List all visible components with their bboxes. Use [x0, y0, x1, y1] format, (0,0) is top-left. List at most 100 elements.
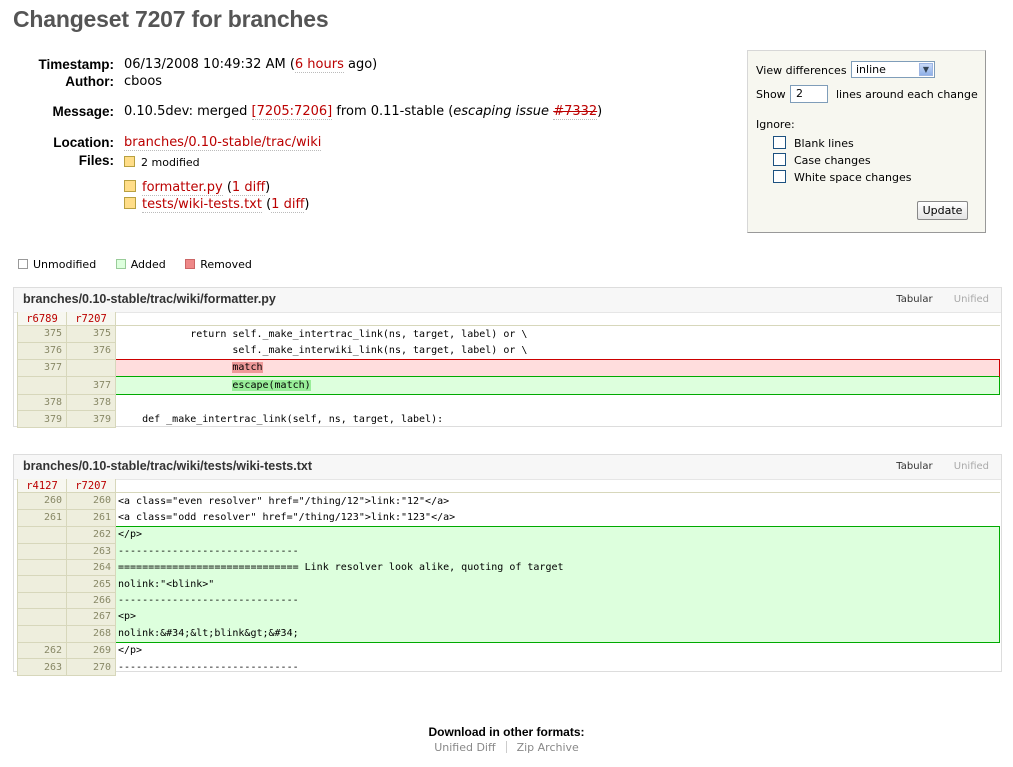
location-label: Location:: [53, 135, 114, 150]
diff-file-name: branches/0.10-stable/trac/wiki/tests/wik…: [23, 459, 313, 473]
line-code: def _make_intertrac_link(self, ns, targe…: [118, 413, 444, 425]
legend-label: Added: [130, 258, 166, 271]
ignore-case-changes-option[interactable]: Case changes: [773, 153, 871, 167]
old-line-number: [17, 559, 67, 577]
files-summary-text: 2 modified: [141, 156, 200, 169]
old-line-number: [17, 608, 67, 626]
diff-view-tabs: Tabular Unified: [878, 294, 989, 305]
header-spacer: [115, 479, 1000, 493]
new-revision-link[interactable]: r7207: [66, 312, 116, 326]
line-code: <a class="odd resolver" href="/thing/123…: [118, 512, 456, 524]
old-revision-link[interactable]: r6789: [17, 312, 67, 326]
download-heading: Download in other formats:: [428, 725, 585, 739]
new-line-number: 264: [66, 559, 116, 577]
tab-tabular[interactable]: Tabular: [896, 294, 932, 305]
new-line-number: 261: [66, 509, 116, 527]
old-revision-link[interactable]: r4127: [17, 479, 67, 493]
new-line-number: 265: [66, 575, 116, 593]
modified-file-icon: [124, 180, 136, 192]
context-lines-input[interactable]: 2: [790, 85, 828, 103]
old-line-number: 375: [17, 325, 67, 343]
message-italic: escaping issue: [453, 104, 554, 119]
file-diff-link[interactable]: 1 diff: [231, 180, 266, 196]
old-line-number: [17, 543, 67, 561]
show-label: Show: [756, 88, 786, 101]
option-label: Blank lines: [794, 137, 854, 150]
tab-unified[interactable]: Unified: [954, 461, 989, 472]
message-label: Message:: [52, 104, 114, 119]
new-line-number: 270: [66, 658, 116, 676]
new-line-number: 375: [66, 325, 116, 343]
old-line-number: 260: [17, 492, 67, 510]
line-code: <a class="even resolver" href="/thing/12…: [118, 495, 450, 507]
author-value: cboos: [124, 74, 163, 89]
legend-removed: Removed: [185, 258, 252, 271]
diff-legend: Unmodified Added Removed: [18, 258, 268, 271]
added-swatch: [115, 259, 126, 269]
zip-archive-link[interactable]: Zip Archive: [517, 741, 579, 754]
unmodified-swatch: [18, 259, 28, 269]
header-spacer: [115, 312, 1000, 326]
diff-line: 379 379 def _make_intertrac_link(self, ns…: [17, 410, 1000, 428]
diff-line: 267 <p>: [17, 608, 1000, 626]
old-line-number: [17, 526, 67, 544]
diff-line: 263 270 ------------------------------: [17, 658, 1000, 676]
line-code: ============================== Link reso…: [115, 559, 1000, 576]
case-changes-checkbox[interactable]: [773, 153, 786, 166]
ignore-whitespace-option[interactable]: White space changes: [773, 170, 911, 184]
view-style-select[interactable]: inline ▼: [851, 61, 935, 78]
new-line-number: 377: [66, 376, 116, 395]
legend-label: Removed: [200, 258, 252, 271]
file-diff: branches/0.10-stable/trac/wiki/formatter…: [13, 287, 1002, 428]
diff-line: 376 376 self._make_interwiki_link(ns, tar…: [17, 342, 1000, 360]
tab-tabular[interactable]: Tabular: [896, 461, 932, 472]
update-button[interactable]: Update: [917, 201, 968, 220]
line-code: ------------------------------: [115, 592, 1000, 609]
timestamp-tail: ago): [343, 57, 378, 72]
legend-added: Added: [115, 258, 166, 271]
new-line-number: 262: [66, 526, 116, 544]
tab-unified[interactable]: Unified: [954, 294, 989, 305]
diff-line: 377 match: [17, 358, 1000, 378]
new-line-number: 378: [66, 394, 116, 412]
new-line-number: 260: [66, 492, 116, 510]
new-line-number: 376: [66, 342, 116, 360]
timestamp-value: 06/13/2008 10:49:32 AM (6 hours ago): [124, 57, 378, 73]
diff-line: 264 ============================== Link r…: [17, 559, 1000, 577]
location-value: branches/0.10-stable/trac/wiki: [124, 135, 322, 151]
whitespace-changes-checkbox[interactable]: [773, 170, 786, 183]
file-diff-link[interactable]: 1 diff: [271, 197, 305, 213]
location-link[interactable]: branches/0.10-stable/trac/wiki: [124, 135, 322, 151]
alternate-formats: Download in other formats: Unified Diff Z…: [0, 725, 1013, 754]
line-code: ------------------------------: [115, 543, 1000, 560]
file-diff: branches/0.10-stable/trac/wiki/tests/wik…: [13, 454, 1002, 676]
file-link[interactable]: formatter.py: [142, 180, 223, 196]
old-line-number: [17, 625, 67, 643]
new-revision-link[interactable]: r7207: [66, 479, 116, 493]
author-label: Author:: [65, 74, 114, 89]
old-line-number: 263: [17, 658, 67, 676]
new-line-number: 269: [66, 642, 116, 660]
changeset-range-link[interactable]: [7205:7206]: [251, 104, 333, 120]
unified-diff-link[interactable]: Unified Diff: [434, 741, 495, 754]
chevron-down-icon[interactable]: ▼: [919, 63, 933, 76]
new-line-number: [66, 359, 116, 378]
timestamp-relative-link[interactable]: 6 hours: [294, 57, 344, 73]
diff-table: r4127 r7207 260 260 <a class="even resolve…: [17, 479, 1000, 676]
line-code: </p>: [118, 645, 143, 657]
file-diff-header: branches/0.10-stable/trac/wiki/formatter…: [14, 288, 1001, 313]
ignore-blank-lines-option[interactable]: Blank lines: [773, 136, 854, 150]
line-code: nolink:&#34;&lt;blink&gt;&#34;: [115, 625, 1000, 643]
old-line-number: [17, 592, 67, 610]
new-line-number: 268: [66, 625, 116, 643]
line-code: self._make_interwiki_link(ns, target, la…: [118, 345, 528, 357]
message-text-mid: from 0.11-stable (: [332, 104, 454, 119]
new-line-number: 379: [66, 410, 116, 428]
ticket-link[interactable]: #7332: [553, 104, 598, 120]
old-line-number: 376: [17, 342, 67, 360]
blank-lines-checkbox[interactable]: [773, 136, 786, 149]
new-line-number: 266: [66, 592, 116, 610]
file-link[interactable]: tests/wiki-tests.txt: [142, 197, 262, 213]
diff-line: 265 nolink:"<blink>": [17, 575, 1000, 593]
